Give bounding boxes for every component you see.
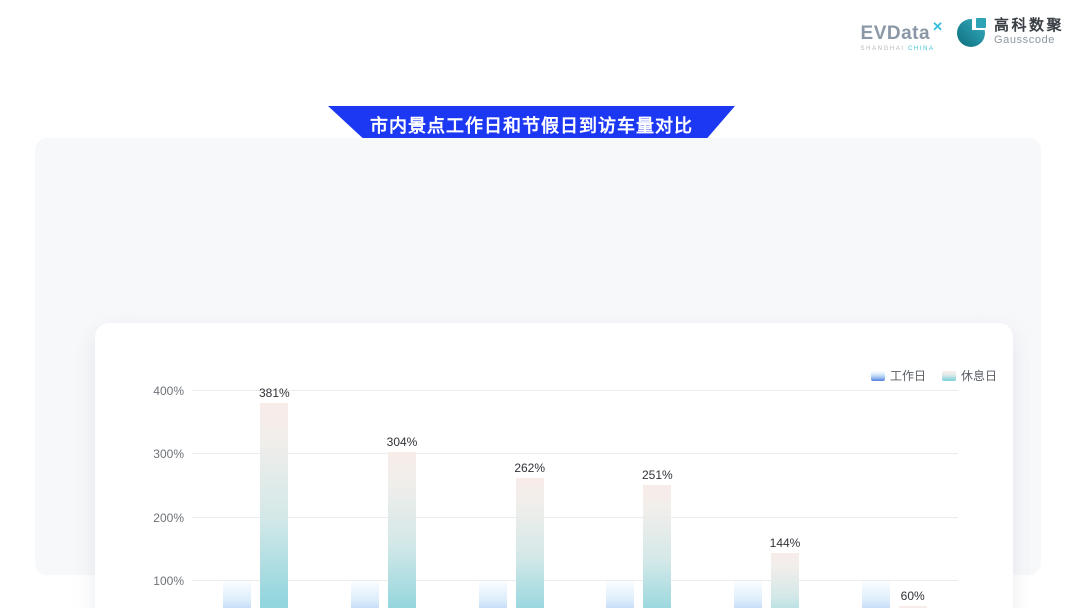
bar-group: 251%: [575, 391, 703, 608]
bar-value-label: 381%: [259, 386, 290, 400]
bar-restday: 262%: [516, 478, 544, 608]
legend-item-restday: 休息日: [942, 367, 997, 384]
legend-label-restday: 休息日: [961, 367, 997, 384]
y-tick-label: 200%: [153, 511, 184, 525]
bar-value-label: 251%: [642, 468, 673, 482]
legend-label-workday: 工作日: [890, 367, 926, 384]
bar-workday: [862, 581, 890, 608]
bar-restday: 144%: [771, 553, 799, 608]
bar-restday: 304%: [388, 452, 416, 608]
bar-value-label: 60%: [901, 589, 925, 603]
bar-workday: [351, 581, 379, 608]
section-title: 市内景点工作日和节假日到访车量对比: [370, 112, 693, 138]
page: EVData ✕ SHANGHAI CHINA: [0, 0, 1080, 608]
bar-restday: 251%: [643, 485, 671, 608]
bar-group: 262%: [447, 391, 575, 608]
chart-panel: 工作日休息日 0%100%200%300%400%381%304%262%251…: [35, 138, 1041, 575]
evdata-x-icon: ✕: [932, 20, 943, 33]
chart-legend: 工作日 休息日: [871, 367, 997, 384]
legend-item-workday: 工作日: [871, 367, 926, 384]
plot-area: 0%100%200%300%400%381%304%262%251%144%60…: [192, 391, 958, 608]
evdata-logo: EVData ✕ SHANGHAI CHINA: [861, 24, 943, 52]
legend-swatch-workday: [871, 371, 885, 381]
bar-workday: [223, 581, 251, 608]
evdata-wordmark-row: EVData ✕: [861, 24, 943, 43]
evdata-subtitle: SHANGHAI CHINA: [861, 46, 943, 52]
bar-group: 144%: [703, 391, 831, 608]
legend-swatch-restday: [942, 371, 956, 381]
bar-value-label: 304%: [387, 435, 418, 449]
brand-area: EVData ✕ SHANGHAI CHINA: [861, 16, 1064, 52]
y-tick-label: 400%: [153, 384, 184, 398]
y-tick-label: 100%: [153, 574, 184, 588]
bar-group: 381%: [192, 391, 320, 608]
chart-card: 工作日休息日 0%100%200%300%400%381%304%262%251…: [95, 323, 1013, 608]
evdata-wordmark: EVData: [861, 24, 931, 43]
evdata-subtitle-right: CHINA: [908, 46, 935, 52]
gausscode-icon: [956, 16, 988, 48]
bar-group: 304%: [320, 391, 448, 608]
evdata-subtitle-left: SHANGHAI: [861, 46, 905, 52]
bar-group: 60%: [830, 391, 958, 608]
bar-restday: 381%: [260, 403, 288, 608]
bar-groups: 381% 304% 262% 251% 144% 60%: [192, 391, 958, 608]
gausscode-text: 高科数聚 Gausscode: [994, 17, 1064, 47]
gausscode-name-en: Gausscode: [994, 34, 1064, 47]
y-tick-label: 300%: [153, 447, 184, 461]
gausscode-name-cn: 高科数聚: [994, 17, 1064, 34]
gausscode-logo: 高科数聚 Gausscode: [956, 16, 1064, 48]
bar-workday: [606, 581, 634, 608]
bar-value-label: 262%: [514, 461, 545, 475]
bar-workday: [734, 581, 762, 608]
bar-value-label: 144%: [770, 536, 801, 550]
bar-workday: [479, 581, 507, 608]
